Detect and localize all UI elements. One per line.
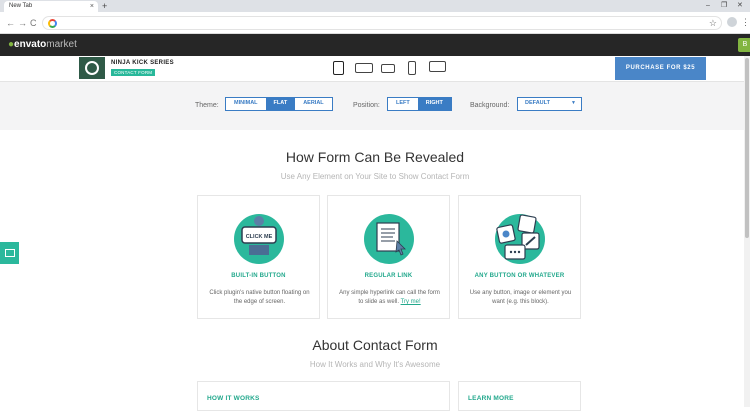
contact-form-trigger[interactable] (0, 242, 19, 264)
elements-collage-icon (495, 214, 545, 264)
background-select[interactable]: DEFAULT ▼ (517, 97, 582, 111)
close-tab-icon[interactable]: × (90, 1, 94, 12)
browser-menu-icon[interactable]: ⋮ (741, 15, 750, 29)
theme-segmented: MINIMAL FLAT AERIAL (225, 97, 333, 111)
options-bar: Theme: MINIMAL FLAT AERIAL Position: LEF… (0, 82, 750, 130)
position-option-right[interactable]: RIGHT (417, 98, 451, 110)
card-label: ANY BUTTON OR WHATEVER (474, 273, 565, 279)
tablet-landscape-icon[interactable] (355, 63, 373, 73)
envato-market: market (46, 39, 77, 50)
envato-buy-button[interactable]: B (738, 38, 750, 52)
theme-option-flat[interactable]: FLAT (265, 98, 296, 110)
card-any-button[interactable]: ANY BUTTON OR WHATEVER Use any button, i… (458, 195, 581, 319)
forward-icon[interactable]: → (18, 16, 27, 30)
card-label: LEARN MORE (468, 395, 514, 402)
position-option-left[interactable]: LEFT (388, 98, 418, 110)
product-badge: CONTACT FORM (111, 69, 156, 76)
card-label: REGULAR LINK (364, 273, 413, 279)
product-title: NINJA KICK SERIES (111, 60, 174, 66)
minimize-icon[interactable]: – (706, 0, 710, 12)
browser-tab-bar: New Tab × + – ❐ ✕ (0, 0, 750, 12)
tablet-portrait-icon[interactable] (333, 61, 344, 75)
desktop-icon[interactable] (429, 61, 446, 72)
envato-bar: ●envatomarket B (0, 34, 750, 56)
product-thumbnail (79, 57, 105, 79)
background-label: Background: (470, 102, 510, 109)
profile-avatar[interactable] (727, 17, 737, 27)
section-title: How Form Can Be Revealed (285, 149, 465, 165)
document-link-icon (364, 214, 414, 264)
phone-portrait-icon[interactable] (408, 61, 416, 75)
section-title: About Contact Form (312, 337, 438, 353)
background-value: DEFAULT (525, 100, 550, 106)
theme-option-minimal[interactable]: MINIMAL (226, 98, 266, 110)
new-tab-button[interactable]: + (102, 0, 107, 12)
section-subtitle: How It Works and Why It's Awesome (309, 360, 441, 369)
card-description: Click plugin's native button floating on… (209, 290, 310, 305)
scrollbar-thumb[interactable] (745, 58, 749, 238)
card-label: HOW IT WORKS (207, 395, 260, 402)
card-regular-link[interactable]: REGULAR LINK Any simple hyperlink can ca… (327, 195, 450, 319)
ninja-logo-icon (85, 61, 99, 75)
page-scrollbar[interactable] (744, 56, 750, 407)
envato-brand: envato (14, 39, 47, 50)
phone-landscape-icon[interactable] (381, 64, 395, 73)
card-built-in-button[interactable]: CLICK ME BUILT-IN BUTTON Click plugin's … (197, 195, 320, 319)
bookmark-star-icon[interactable]: ☆ (709, 17, 717, 30)
maximize-icon[interactable]: ❐ (721, 0, 727, 12)
purchase-button[interactable]: PURCHASE FOR $25 (615, 57, 706, 80)
reload-icon[interactable]: C (30, 16, 37, 30)
click-me-text: CLICK ME (246, 234, 273, 240)
close-window-icon[interactable]: ✕ (737, 0, 743, 12)
position-label: Position: (353, 102, 380, 109)
theme-label: Theme: (195, 102, 219, 109)
tab-title: New Tab (9, 3, 33, 9)
envato-logo[interactable]: ●envatomarket (8, 38, 77, 52)
position-segmented: LEFT RIGHT (387, 97, 452, 111)
click-me-icon: CLICK ME (234, 214, 284, 264)
back-icon[interactable]: ← (6, 16, 15, 30)
product-header: NINJA KICK SERIES CONTACT FORM PURCHASE … (0, 56, 750, 82)
browser-tab[interactable]: New Tab × (4, 1, 98, 12)
envelope-icon (5, 249, 15, 257)
google-icon (48, 19, 57, 28)
card-label: BUILT-IN BUTTON (231, 273, 286, 279)
try-me-link[interactable]: Try me! (401, 299, 421, 305)
section-subtitle: Use Any Element on Your Site to Show Con… (280, 172, 470, 181)
card-description: Any simple hyperlink can call the form t… (338, 289, 441, 307)
card-description-text: Any simple hyperlink can call the form t… (339, 290, 440, 305)
browser-toolbar: ← → C ☆ ⋮ (0, 12, 750, 34)
card-description: Use any button, image or element you wan… (469, 290, 572, 305)
theme-option-aerial[interactable]: AERIAL (295, 98, 331, 110)
address-bar[interactable]: ☆ (42, 16, 722, 30)
chevron-down-icon: ▼ (571, 100, 576, 106)
